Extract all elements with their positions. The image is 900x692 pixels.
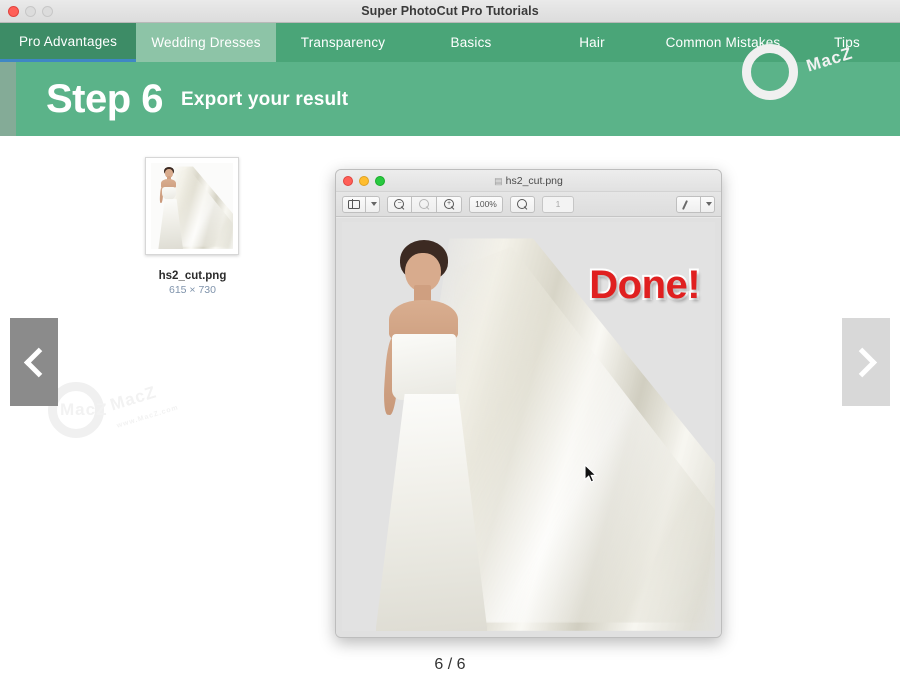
tab-hair[interactable]: Hair bbox=[532, 23, 652, 62]
watermark-text-left: MacZ www.MacZ.com bbox=[107, 382, 180, 430]
step-number: Step 6 bbox=[46, 77, 164, 121]
thumbnail-image bbox=[151, 163, 233, 249]
preview-titlebar: ▤ hs2_cut.png bbox=[336, 170, 721, 192]
window-titlebar: Super PhotoCut Pro Tutorials bbox=[0, 0, 900, 23]
bodice-shape bbox=[392, 334, 456, 400]
tab-basics[interactable]: Basics bbox=[410, 23, 532, 62]
step-description: Export your result bbox=[181, 88, 349, 110]
step-banner: Step 6 Export your result bbox=[0, 62, 900, 136]
preview-traffic-lights bbox=[343, 176, 385, 186]
tab-label: Wedding Dresses bbox=[151, 35, 261, 50]
markup-button[interactable] bbox=[676, 195, 701, 213]
markup-dropdown-button[interactable] bbox=[701, 195, 715, 213]
chevron-right-icon bbox=[846, 347, 877, 377]
chevron-down-icon bbox=[371, 202, 377, 206]
window-title: Super PhotoCut Pro Tutorials bbox=[361, 4, 539, 18]
banner-left-edge bbox=[0, 62, 16, 136]
zoom-in-sign: + bbox=[447, 199, 452, 207]
sidebar-dropdown-button[interactable] bbox=[366, 195, 380, 213]
tab-wedding-dresses[interactable]: Wedding Dresses bbox=[136, 23, 276, 62]
document-icon: ▤ bbox=[494, 176, 503, 186]
next-slide-button[interactable] bbox=[842, 318, 890, 406]
zoom-out-sign: − bbox=[397, 199, 402, 207]
tab-label: Hair bbox=[579, 35, 605, 50]
preview-toolbar: − + 100% 1 bbox=[336, 192, 721, 217]
tab-label: Common Mistakes bbox=[665, 35, 781, 50]
tutorial-content: MacZ MacZ www.MacZ.com MacZ www.MacZ.com… bbox=[0, 43, 900, 692]
previous-slide-button[interactable] bbox=[10, 318, 58, 406]
chevron-left-icon bbox=[23, 347, 54, 377]
minimize-window-button[interactable] bbox=[25, 6, 36, 17]
watermark-logo-glyph: MacZ bbox=[60, 400, 108, 419]
zoom-button-group[interactable]: − + bbox=[387, 195, 462, 213]
sidebar-toggle-group[interactable] bbox=[342, 195, 380, 213]
magnifier-plus-icon: + bbox=[443, 198, 455, 210]
rotate-button[interactable] bbox=[510, 195, 535, 213]
done-overlay-text: Done! bbox=[587, 261, 702, 309]
sidebar-toggle-button[interactable] bbox=[342, 195, 366, 213]
thumbnail-model-illustration bbox=[151, 163, 233, 249]
zoom-out-button[interactable]: − bbox=[387, 195, 412, 213]
tab-transparency[interactable]: Transparency bbox=[276, 23, 410, 62]
preview-maximize-button[interactable] bbox=[375, 176, 385, 186]
window-traffic-lights bbox=[8, 6, 53, 17]
tab-label: Basics bbox=[450, 35, 492, 50]
preview-minimize-button[interactable] bbox=[359, 176, 369, 186]
page-indicator: 6 / 6 bbox=[434, 656, 466, 673]
tab-tips[interactable]: Tips bbox=[794, 23, 900, 62]
zoom-in-button[interactable]: + bbox=[437, 195, 462, 213]
tab-label: Transparency bbox=[300, 35, 386, 50]
maximize-window-button[interactable] bbox=[42, 6, 53, 17]
chevron-down-icon bbox=[706, 202, 712, 206]
magnifier-icon bbox=[418, 198, 430, 210]
zoom-level-button[interactable]: 100% bbox=[469, 195, 503, 213]
page-number-input[interactable]: 1 bbox=[542, 195, 574, 213]
preview-canvas[interactable]: Done! bbox=[336, 218, 721, 637]
zoom-fit-button[interactable] bbox=[412, 195, 437, 213]
tab-common-mistakes[interactable]: Common Mistakes bbox=[652, 23, 794, 62]
close-window-button[interactable] bbox=[8, 6, 19, 17]
sidebar-icon bbox=[348, 199, 360, 209]
preview-title-text: hs2_cut.png bbox=[505, 175, 563, 187]
preview-photo: Done! bbox=[342, 222, 715, 631]
tab-bar: Pro Advantages Wedding Dresses Transpare… bbox=[0, 23, 900, 62]
pen-icon bbox=[682, 199, 695, 210]
preview-close-button[interactable] bbox=[343, 176, 353, 186]
tab-pro-advantages[interactable]: Pro Advantages bbox=[0, 23, 136, 62]
tab-label: Pro Advantages bbox=[18, 33, 118, 49]
preview-window: ▤ hs2_cut.png − + 100% 1 Done! bbox=[335, 169, 722, 638]
magnifier-minus-icon: − bbox=[394, 198, 405, 210]
thumbnail-card[interactable] bbox=[145, 157, 239, 255]
thumbnail-dimensions: 615 × 730 bbox=[168, 284, 216, 296]
markup-tool-group[interactable] bbox=[676, 195, 715, 213]
thumbnail-filename: hs2_cut.png bbox=[158, 270, 227, 282]
preview-window-title: ▤ hs2_cut.png bbox=[336, 170, 721, 192]
tab-label: Tips bbox=[834, 35, 860, 50]
rotate-icon bbox=[517, 198, 528, 210]
